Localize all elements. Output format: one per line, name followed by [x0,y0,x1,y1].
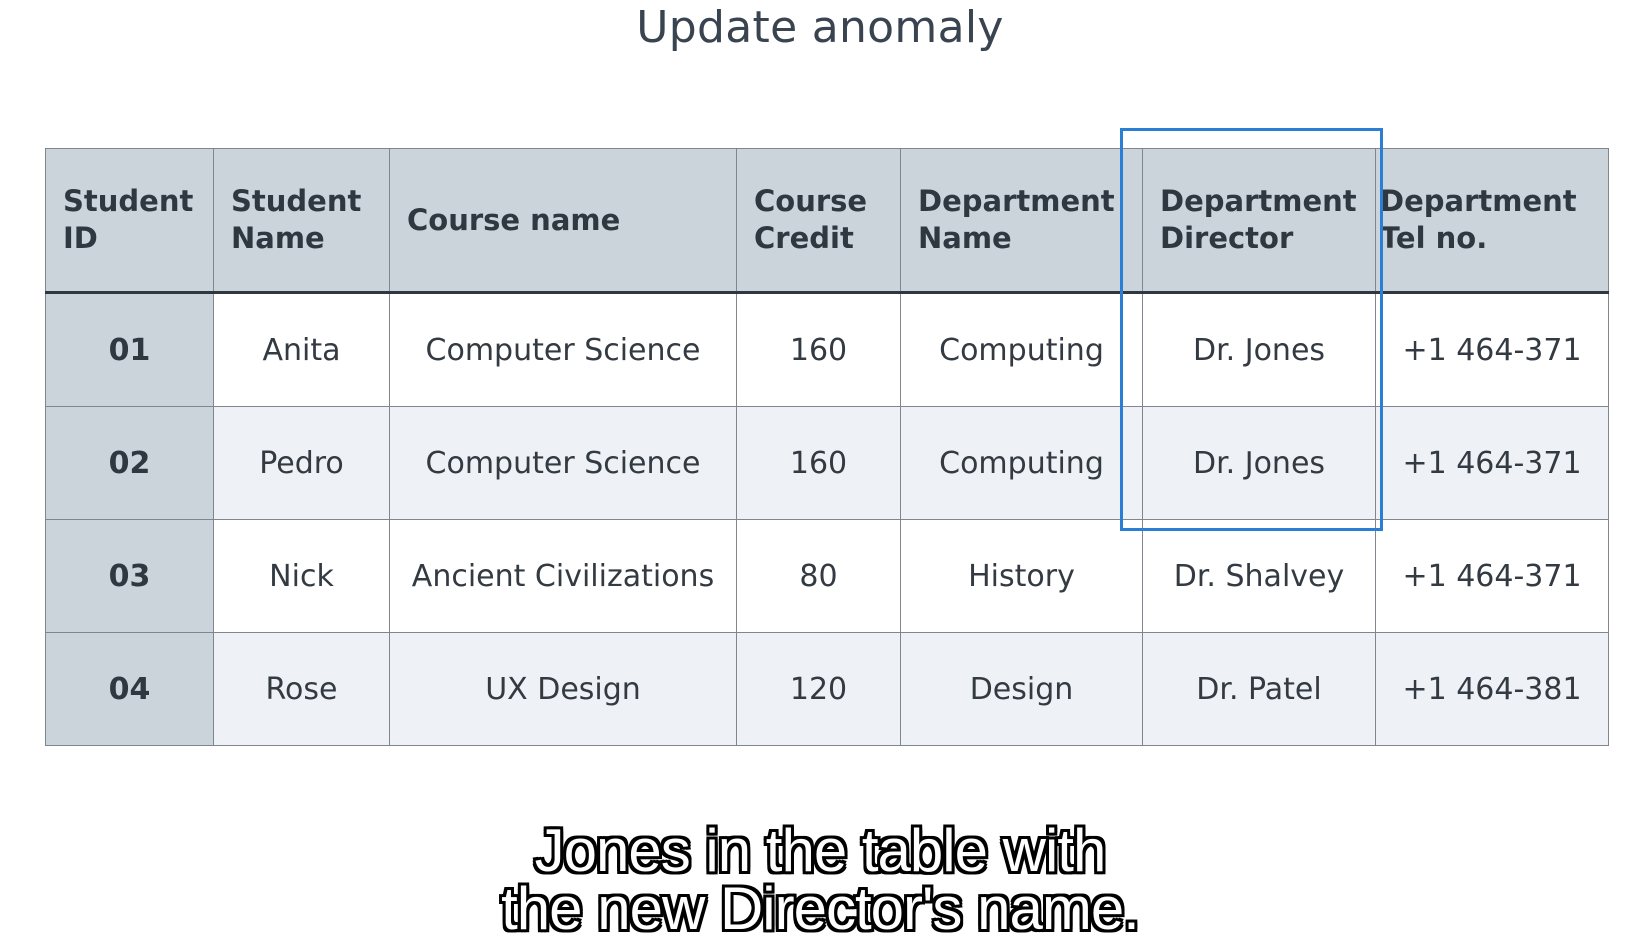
cell-course-credit: 80 [736,519,901,633]
cell-department-tel: +1 464-371 [1375,406,1609,520]
header-student-id: Student ID [45,148,214,294]
cell-student-id: 02 [45,406,214,520]
header-course-credit: Course Credit [736,148,901,294]
cell-department-director: Dr. Jones [1142,292,1376,407]
cell-course-credit: 120 [736,632,901,746]
cell-course-credit: 160 [736,292,901,407]
cell-course-name: Computer Science [389,406,737,520]
caption-line-2: the new Director's name. [501,875,1140,942]
cell-course-name: Ancient Civilizations [389,519,737,633]
anomaly-table: Student ID Student Name Course name Course… [45,148,1609,746]
cell-department-director: Dr. Patel [1142,632,1376,746]
cell-student-name: Nick [213,519,390,633]
header-department-tel: Department Tel no. [1375,148,1609,294]
table-row: 01 Anita Computer Science 160 Computing … [45,292,1609,407]
header-row: Student ID Student Name Course name Course… [45,148,1609,294]
cell-department-name: Computing [900,292,1143,407]
cell-student-name: Anita [213,292,390,407]
table-row: 03 Nick Ancient Civilizations 80 History… [45,519,1609,633]
table-row: 02 Pedro Computer Science 160 Computing … [45,406,1609,520]
cell-student-id: 04 [45,632,214,746]
cell-department-tel: +1 464-371 [1375,292,1609,407]
cell-department-director: Dr. Jones [1142,406,1376,520]
header-department-director: Department Director [1142,148,1376,294]
video-caption: Jones in the table with the new Director… [0,817,1640,942]
cell-department-director: Dr. Shalvey [1142,519,1376,633]
cell-student-id: 03 [45,519,214,633]
cell-department-name: History [900,519,1143,633]
cell-student-name: Rose [213,632,390,746]
cell-department-tel: +1 464-381 [1375,632,1609,746]
cell-student-name: Pedro [213,406,390,520]
header-department-name: Department Name [900,148,1143,294]
cell-department-name: Computing [900,406,1143,520]
header-student-name: Student Name [213,148,390,294]
cell-course-name: UX Design [389,632,737,746]
cell-course-name: Computer Science [389,292,737,407]
cell-course-credit: 160 [736,406,901,520]
header-course-name: Course name [389,148,737,294]
caption-line-1: Jones in the table with [534,817,1107,884]
table-row: 04 Rose UX Design 120 Design Dr. Patel +… [45,632,1609,746]
cell-student-id: 01 [45,292,214,407]
cell-department-name: Design [900,632,1143,746]
slide-title: Update anomaly [636,2,1004,53]
cell-department-tel: +1 464-371 [1375,519,1609,633]
